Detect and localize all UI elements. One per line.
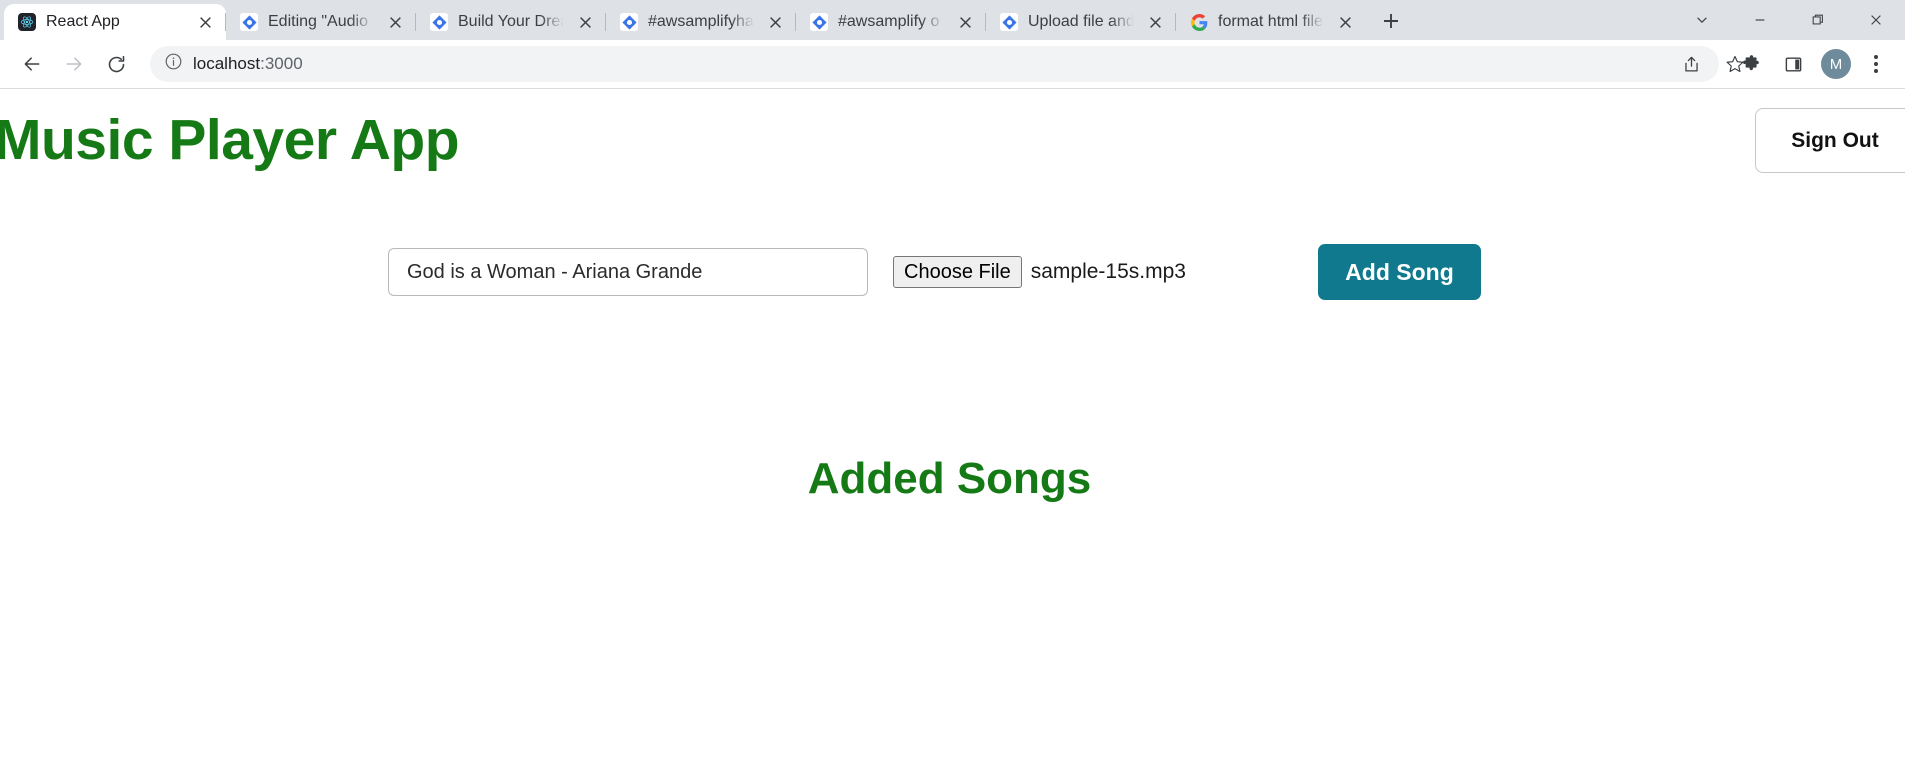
tab-close-icon[interactable] [954,11,976,33]
info-circle-icon[interactable] [164,52,183,76]
window-controls [1673,0,1905,40]
tab-title: #awsamplify o [838,13,940,30]
added-songs-heading-text: Added Songs [807,454,1092,503]
omnibox-actions [1671,44,1755,84]
choose-file-button[interactable]: Choose File [893,256,1022,288]
sign-out-button[interactable]: Sign Out [1755,108,1905,173]
maximize-button[interactable] [1789,0,1847,40]
tab-close-icon[interactable] [1144,11,1166,33]
file-upload-field[interactable]: Choose File sample-15s.mp3 [893,256,1186,288]
toolbar-right: M [1731,44,1893,84]
page-content: Music Player App Sign Out Choose File sa… [0,89,1905,761]
close-window-button[interactable] [1847,0,1905,40]
drive-icon [810,13,828,31]
song-name-input[interactable] [388,248,868,296]
drive-icon [1000,13,1018,31]
tab-close-icon[interactable] [384,11,406,33]
drive-icon [240,13,258,31]
tab-close-icon[interactable] [194,11,216,33]
side-panel-icon[interactable] [1773,44,1813,84]
tab-editing-audio[interactable]: Editing "Audio [225,4,416,40]
tab-react-app[interactable]: React App [4,4,226,40]
tab-upload-file[interactable]: Upload file and [985,4,1176,40]
url-text: localhost:3000 [193,54,303,74]
tab-format-html-file[interactable]: format html file [1175,4,1366,40]
tab-close-icon[interactable] [764,11,786,33]
tab-title: Editing "Audio [268,13,368,30]
three-dot-menu-icon[interactable] [1859,44,1893,84]
url-path: :3000 [260,54,303,73]
add-song-button[interactable]: Add Song [1317,244,1481,300]
added-songs-heading: Added Songs [0,454,1905,504]
new-tab-button[interactable] [1374,4,1408,38]
share-icon[interactable] [1671,44,1711,84]
drive-icon [430,13,448,31]
browser-toolbar: localhost:3000 M [0,40,1905,88]
tab-awsamplify-o[interactable]: #awsamplify o [795,4,986,40]
star-icon[interactable] [1715,44,1755,84]
tab-close-icon[interactable] [1334,11,1356,33]
tab-title: format html file [1218,13,1323,30]
back-button[interactable] [12,44,52,84]
browser-window: React App Editing "Audio Build Your Drea… [0,0,1905,761]
tab-title: #awsamplifyha [648,13,754,30]
page-title: Music Player App [0,108,460,172]
minimize-button[interactable] [1731,0,1789,40]
tab-title: Upload file and [1028,13,1134,30]
reload-button[interactable] [96,44,136,84]
tab-search-chevron-icon[interactable] [1673,0,1731,40]
tab-strip: React App Editing "Audio Build Your Drea… [0,0,1905,40]
add-song-form: Choose File sample-15s.mp3 Add Song [388,244,1481,300]
url-host: localhost [193,54,261,73]
drive-icon [620,13,638,31]
profile-avatar[interactable]: M [1821,49,1851,79]
tab-awsamplifyha[interactable]: #awsamplifyha [605,4,796,40]
address-bar[interactable]: localhost:3000 [150,46,1719,82]
tab-title: Build Your Drea [458,13,564,30]
google-icon [1190,13,1208,31]
tab-close-icon[interactable] [574,11,596,33]
react-icon [18,13,36,31]
forward-button[interactable] [54,44,94,84]
tab-title: React App [46,13,120,30]
chosen-file-name: sample-15s.mp3 [1030,260,1186,283]
tab-build-your-dream[interactable]: Build Your Drea [415,4,606,40]
